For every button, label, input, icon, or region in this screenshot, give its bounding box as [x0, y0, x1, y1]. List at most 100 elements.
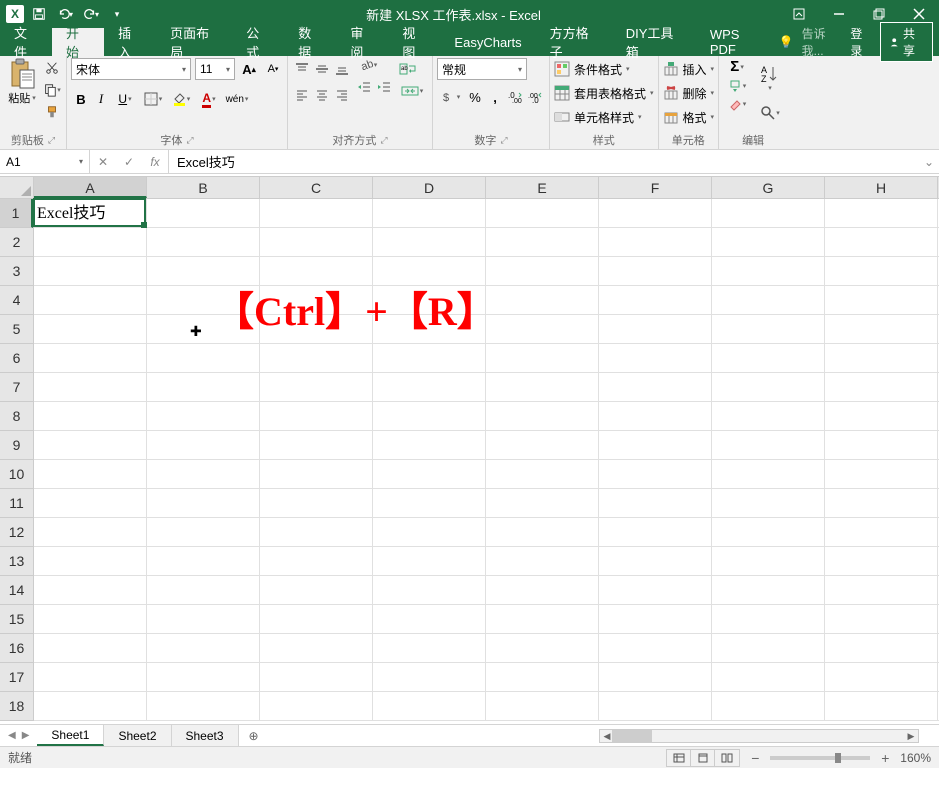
- cell-G3[interactable]: [712, 257, 825, 286]
- format-cells-button[interactable]: 格式▾: [663, 106, 715, 128]
- cancel-formula-button[interactable]: ✕: [90, 150, 116, 174]
- cell-D9[interactable]: [373, 431, 486, 460]
- cell-E6[interactable]: [486, 344, 599, 373]
- cell-H9[interactable]: [825, 431, 938, 460]
- cell-A10[interactable]: [34, 460, 147, 489]
- cell-C10[interactable]: [260, 460, 373, 489]
- cell-C17[interactable]: [260, 663, 373, 692]
- col-header-D[interactable]: D: [373, 177, 486, 198]
- cell-A5[interactable]: [34, 315, 147, 344]
- clipboard-launcher[interactable]: ⤢: [48, 135, 55, 146]
- row-header-1[interactable]: 1: [0, 199, 33, 228]
- qat-undo[interactable]: ▾: [54, 3, 76, 25]
- cell-H5[interactable]: [825, 315, 938, 344]
- cell-F10[interactable]: [599, 460, 712, 489]
- cell-B8[interactable]: [147, 402, 260, 431]
- sheet-tab-2[interactable]: Sheet2: [104, 725, 171, 746]
- cell-F16[interactable]: [599, 634, 712, 663]
- row-header-4[interactable]: 4: [0, 286, 33, 315]
- merge-button[interactable]: ▾: [396, 84, 428, 98]
- cell-E18[interactable]: [486, 692, 599, 721]
- cell-B12[interactable]: [147, 518, 260, 547]
- cell-E16[interactable]: [486, 634, 599, 663]
- cell-E2[interactable]: [486, 228, 599, 257]
- paste-button[interactable]: 粘贴▾: [4, 58, 40, 106]
- row-header-16[interactable]: 16: [0, 634, 33, 663]
- number-launcher[interactable]: ⤢: [500, 135, 507, 146]
- cell-H10[interactable]: [825, 460, 938, 489]
- cell-D2[interactable]: [373, 228, 486, 257]
- col-header-G[interactable]: G: [712, 177, 825, 198]
- expand-formula-bar[interactable]: ⌄: [919, 150, 939, 173]
- tab-layout[interactable]: 页面布局: [156, 28, 232, 56]
- cell-F2[interactable]: [599, 228, 712, 257]
- number-format-combo[interactable]: 常规▾: [437, 58, 527, 80]
- cell-C12[interactable]: [260, 518, 373, 547]
- sheet-tab-1[interactable]: Sheet1: [37, 725, 104, 746]
- cell-D17[interactable]: [373, 663, 486, 692]
- align-top-button[interactable]: [292, 58, 312, 80]
- cell-H1[interactable]: [825, 199, 938, 228]
- cell-G18[interactable]: [712, 692, 825, 721]
- cell-C13[interactable]: [260, 547, 373, 576]
- zoom-slider[interactable]: [770, 756, 870, 760]
- row-header-12[interactable]: 12: [0, 518, 33, 547]
- cell-D10[interactable]: [373, 460, 486, 489]
- cell-G17[interactable]: [712, 663, 825, 692]
- cut-button[interactable]: [42, 58, 62, 78]
- row-header-15[interactable]: 15: [0, 605, 33, 634]
- zoom-in-button[interactable]: +: [878, 750, 892, 766]
- qat-save[interactable]: [28, 3, 50, 25]
- sheet-next-button[interactable]: ▶: [22, 730, 30, 741]
- increase-decimal-button[interactable]: .0.00: [505, 86, 525, 108]
- tab-diy[interactable]: DIY工具箱: [612, 28, 696, 56]
- cell-E14[interactable]: [486, 576, 599, 605]
- orientation-button[interactable]: ab▾: [354, 58, 382, 72]
- cell-E15[interactable]: [486, 605, 599, 634]
- cell-C1[interactable]: [260, 199, 373, 228]
- horizontal-scrollbar[interactable]: ◀ ▶: [269, 725, 939, 746]
- cell-C14[interactable]: [260, 576, 373, 605]
- sort-filter-button[interactable]: AZ▾: [757, 58, 783, 98]
- cell-A17[interactable]: [34, 663, 147, 692]
- cell-F18[interactable]: [599, 692, 712, 721]
- cell-H11[interactable]: [825, 489, 938, 518]
- cell-G5[interactable]: [712, 315, 825, 344]
- cell-C18[interactable]: [260, 692, 373, 721]
- cell-A2[interactable]: [34, 228, 147, 257]
- wrap-text-button[interactable]: ab: [396, 58, 420, 80]
- cell-E12[interactable]: [486, 518, 599, 547]
- cell-F12[interactable]: [599, 518, 712, 547]
- tab-home[interactable]: 开始: [52, 28, 104, 56]
- fill-button[interactable]: ▾: [723, 79, 751, 93]
- row-header-18[interactable]: 18: [0, 692, 33, 721]
- cell-B11[interactable]: [147, 489, 260, 518]
- page-break-view-button[interactable]: [715, 750, 739, 766]
- cell-G15[interactable]: [712, 605, 825, 634]
- row-header-8[interactable]: 8: [0, 402, 33, 431]
- cell-D11[interactable]: [373, 489, 486, 518]
- row-header-9[interactable]: 9: [0, 431, 33, 460]
- row-header-10[interactable]: 10: [0, 460, 33, 489]
- font-size-combo[interactable]: 11▾: [195, 58, 235, 80]
- row-header-14[interactable]: 14: [0, 576, 33, 605]
- cell-D8[interactable]: [373, 402, 486, 431]
- col-header-B[interactable]: B: [147, 177, 260, 198]
- find-select-button[interactable]: ▾: [757, 102, 783, 124]
- tab-view[interactable]: 视图: [388, 28, 440, 56]
- decrease-decimal-button[interactable]: .00.0: [525, 86, 545, 108]
- page-layout-view-button[interactable]: [691, 750, 715, 766]
- cell-D13[interactable]: [373, 547, 486, 576]
- align-left-button[interactable]: [292, 84, 312, 106]
- cell-H4[interactable]: [825, 286, 938, 315]
- name-box[interactable]: ▾: [0, 150, 90, 173]
- cell-A16[interactable]: [34, 634, 147, 663]
- cell-H2[interactable]: [825, 228, 938, 257]
- col-header-E[interactable]: E: [486, 177, 599, 198]
- cell-E1[interactable]: [486, 199, 599, 228]
- bold-button[interactable]: B: [71, 88, 91, 110]
- tab-wpspdf[interactable]: WPS PDF: [696, 28, 779, 56]
- cell-A18[interactable]: [34, 692, 147, 721]
- cell-F15[interactable]: [599, 605, 712, 634]
- cell-D6[interactable]: [373, 344, 486, 373]
